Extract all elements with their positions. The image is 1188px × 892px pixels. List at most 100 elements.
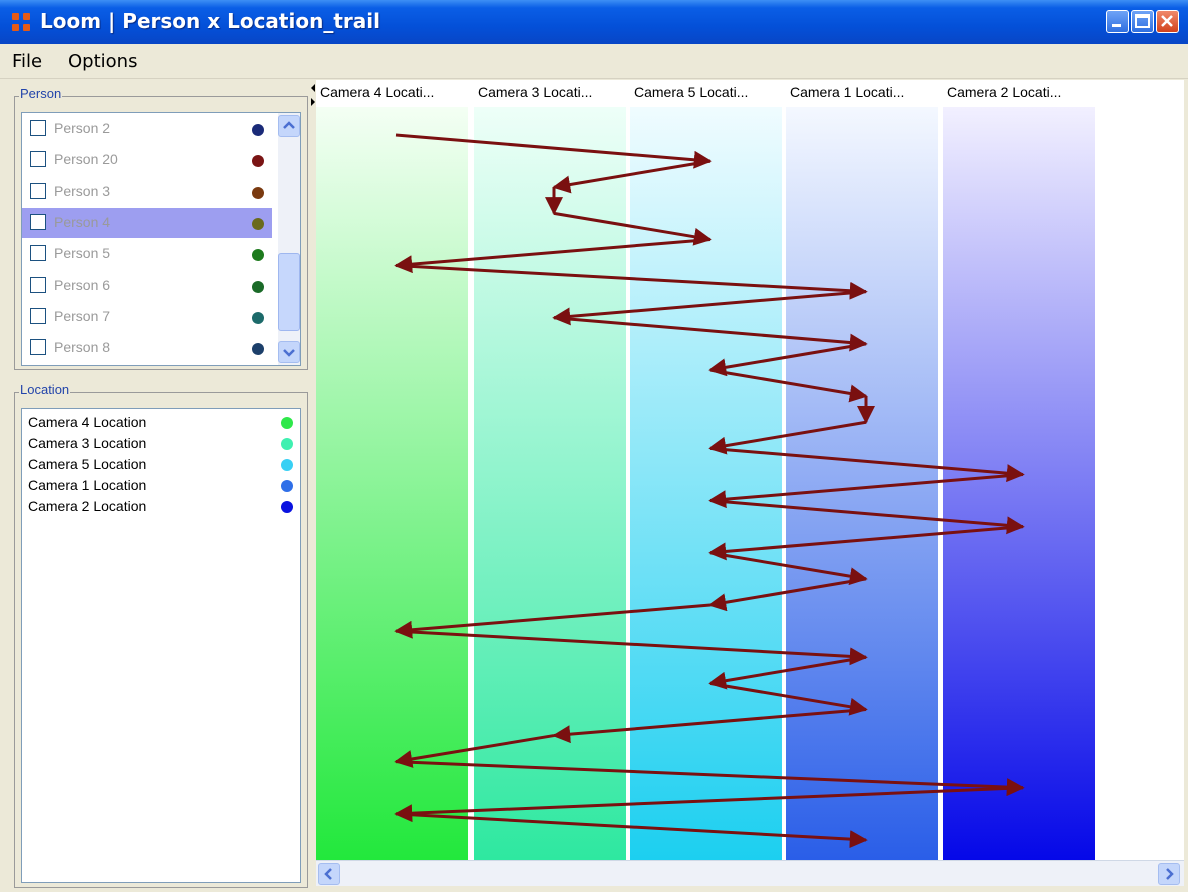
person-panel-title: Person bbox=[19, 86, 63, 101]
scroll-thumb[interactable] bbox=[278, 253, 300, 331]
trail-segment bbox=[552, 159, 711, 194]
person-checkbox[interactable] bbox=[30, 307, 46, 324]
loom-window: Loom | Person x Location_trail File Opti… bbox=[0, 0, 1188, 892]
location-row[interactable]: Camera 1 Location bbox=[28, 475, 300, 496]
trail-segment bbox=[709, 681, 868, 716]
trail-segment bbox=[708, 655, 867, 690]
person-label: Person 2 bbox=[54, 120, 111, 136]
person-checkbox[interactable] bbox=[30, 339, 46, 356]
trail-segment bbox=[709, 446, 1025, 483]
trail-segment bbox=[395, 133, 712, 169]
person-row[interactable]: Person 6 bbox=[22, 271, 272, 301]
person-row[interactable]: Person 3 bbox=[22, 177, 272, 207]
person-color-dot bbox=[252, 249, 264, 262]
person-color-dot bbox=[252, 155, 264, 168]
trail-segment bbox=[395, 629, 868, 666]
trail-segment bbox=[395, 760, 1025, 797]
person-checkbox[interactable] bbox=[30, 151, 46, 168]
person-checkbox[interactable] bbox=[30, 213, 46, 230]
menu-file[interactable]: File bbox=[12, 51, 42, 72]
person-row[interactable]: Person 5 bbox=[22, 239, 272, 269]
location-color-dot bbox=[281, 417, 293, 429]
trail-segment bbox=[709, 551, 868, 586]
person-checkbox[interactable] bbox=[30, 182, 46, 199]
window-title: Loom | Person x Location_trail bbox=[40, 9, 380, 33]
trail-segment bbox=[394, 237, 711, 274]
location-label: Camera 3 Location bbox=[28, 435, 147, 451]
person-checkbox[interactable] bbox=[30, 120, 46, 136]
trail-segment bbox=[553, 211, 712, 246]
scroll-down-button[interactable] bbox=[278, 341, 300, 363]
trail-segment bbox=[395, 264, 868, 300]
location-panel: Location Camera 4 Location Camera 3 Locat… bbox=[14, 382, 308, 888]
location-color-dot bbox=[281, 438, 293, 450]
scroll-right-button[interactable] bbox=[1158, 863, 1180, 885]
location-color-dot bbox=[281, 501, 293, 513]
location-row[interactable]: Camera 4 Location bbox=[28, 412, 300, 433]
location-label: Camera 2 Location bbox=[28, 498, 147, 514]
person-list: Person 2 Person 20 Person 3 Person 4 Person … bbox=[21, 112, 301, 366]
trail-segment bbox=[708, 472, 1024, 509]
loom-app-icon bbox=[12, 13, 30, 31]
person-color-dot bbox=[252, 343, 264, 356]
person-color-dot bbox=[252, 217, 264, 230]
person-color-dot bbox=[252, 124, 264, 136]
menu-options[interactable]: Options bbox=[68, 51, 137, 72]
trail-segment bbox=[394, 786, 1024, 823]
trail-segment bbox=[708, 525, 1024, 561]
title-bar[interactable]: Loom | Person x Location_trail bbox=[0, 0, 1188, 44]
location-row[interactable]: Camera 2 Location bbox=[28, 496, 300, 517]
menu-bar: File Options bbox=[0, 44, 1188, 79]
person-list-scrollbar[interactable] bbox=[278, 113, 300, 365]
person-panel: Person Person 2 Person 20 Person 3 Person 4… bbox=[14, 86, 308, 370]
location-panel-title: Location bbox=[19, 382, 71, 397]
person-row[interactable]: Person 8 bbox=[22, 333, 272, 363]
trail-segment bbox=[394, 734, 555, 768]
location-color-dot bbox=[281, 480, 293, 492]
panel-splitter[interactable] bbox=[0, 374, 312, 387]
vertical-splitter[interactable] bbox=[309, 80, 316, 886]
person-label: Person 6 bbox=[54, 276, 111, 293]
minimize-button[interactable] bbox=[1106, 10, 1129, 33]
trail-segment bbox=[394, 603, 711, 639]
person-label: Person 8 bbox=[54, 339, 111, 356]
splitter-collapse-icon bbox=[311, 84, 315, 106]
trail-segment bbox=[709, 499, 1025, 535]
location-list: Camera 4 Location Camera 3 Location Camera… bbox=[21, 408, 301, 883]
person-label: Person 5 bbox=[54, 245, 111, 262]
chevron-up-icon bbox=[283, 121, 295, 129]
chevron-left-icon bbox=[324, 868, 332, 880]
person-checkbox[interactable] bbox=[30, 245, 46, 262]
person-row[interactable]: Person 2 bbox=[22, 114, 272, 144]
location-row[interactable]: Camera 3 Location bbox=[28, 433, 300, 454]
trail-horizontal-scrollbar[interactable] bbox=[316, 860, 1184, 886]
person-label: Person 7 bbox=[54, 307, 111, 324]
close-icon bbox=[1161, 15, 1173, 27]
location-color-dot bbox=[281, 459, 293, 471]
person-color-dot bbox=[252, 280, 264, 293]
chevron-down-icon bbox=[283, 349, 295, 357]
location-label: Camera 5 Location bbox=[28, 456, 147, 472]
person-label: Person 4 bbox=[54, 213, 111, 230]
location-trail-view[interactable]: Camera 4 Locati... Camera 3 Locati... Came… bbox=[316, 80, 1184, 860]
scroll-up-button[interactable] bbox=[278, 115, 300, 137]
trail-segment bbox=[708, 420, 867, 455]
person-label: Person 20 bbox=[54, 151, 118, 168]
trail-segment bbox=[552, 707, 867, 744]
location-label: Camera 1 Location bbox=[28, 477, 147, 493]
location-row[interactable]: Camera 5 Location bbox=[28, 454, 300, 475]
trail-segment bbox=[708, 342, 867, 377]
person-checkbox[interactable] bbox=[30, 276, 46, 293]
scroll-left-button[interactable] bbox=[318, 863, 340, 885]
person-row[interactable]: Person 4 bbox=[22, 207, 272, 238]
person-label: Person 3 bbox=[54, 182, 111, 199]
trail-segment bbox=[552, 290, 867, 326]
trail-segment bbox=[395, 812, 868, 849]
close-button[interactable] bbox=[1156, 10, 1179, 33]
maximize-button[interactable] bbox=[1131, 10, 1154, 33]
minimize-icon bbox=[1112, 24, 1121, 27]
person-row[interactable]: Person 7 bbox=[22, 302, 272, 332]
trail-segment bbox=[709, 368, 868, 403]
maximize-icon bbox=[1135, 14, 1150, 28]
person-row[interactable]: Person 20 bbox=[22, 145, 272, 175]
